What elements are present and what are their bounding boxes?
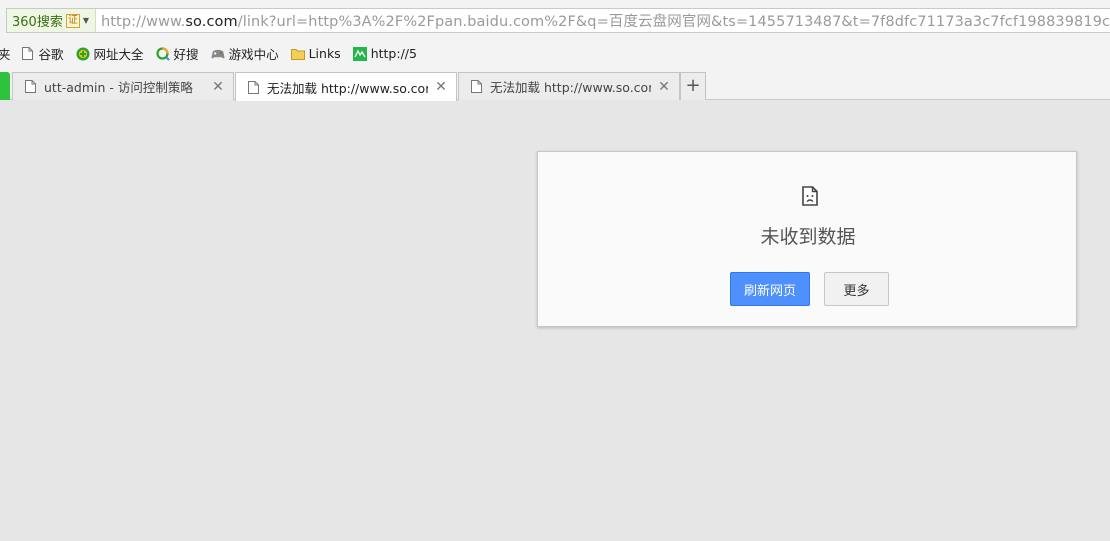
url-host: so.com	[185, 14, 238, 30]
address-bar-row: 360搜索 证 ▼ http://www.so.com/link?url=htt…	[0, 0, 1110, 40]
address-bar[interactable]: 360搜索 证 ▼ http://www.so.com/link?url=htt…	[6, 8, 1110, 33]
chevron-down-icon: ▼	[82, 16, 89, 25]
error-message: 未收到数据	[760, 226, 856, 248]
folder-icon	[290, 47, 305, 61]
bookmark-site[interactable]: http://5	[352, 46, 417, 61]
tab-strip: utt-admin - 访问控制策略 ✕ 无法加载 http://www.so.…	[0, 67, 1110, 101]
url-prefix: http://www.	[100, 14, 186, 30]
bookmark-label: 谷歌	[38, 47, 64, 62]
tab-title: utt-admin - 访问控制策略	[44, 80, 193, 95]
page-icon	[25, 80, 36, 93]
reload-button[interactable]: 刷新网页	[730, 272, 810, 306]
bookmark-label: Links	[308, 46, 341, 61]
url-input[interactable]: http://www.so.com/link?url=http%3A%2F%2F…	[96, 10, 1110, 31]
haosou-icon	[155, 46, 170, 61]
bookmark-links-folder[interactable]: Links	[290, 46, 341, 61]
bookmark-google[interactable]: 谷歌	[21, 44, 64, 63]
tab-title: 无法加载 http://www.so.com/	[490, 80, 651, 95]
bookmark-label: 游戏中心	[228, 47, 279, 62]
tab-error-active[interactable]: 无法加载 http://www.so.com/ ✕	[235, 72, 457, 101]
tab-utt-admin[interactable]: utt-admin - 访问控制策略 ✕	[12, 72, 234, 100]
page-icon	[248, 80, 259, 94]
error-card: 未收到数据 刷新网页 更多	[537, 151, 1077, 327]
site-identity-badge[interactable]: 360搜索 证 ▼	[7, 9, 96, 32]
bookmark-haosou[interactable]: 好搜	[155, 44, 199, 63]
bookmark-label: 好搜	[173, 47, 199, 62]
gamepad-icon	[211, 47, 225, 61]
bookmark-cut[interactable]: 夹	[0, 44, 11, 63]
more-button[interactable]: 更多	[824, 272, 889, 306]
tab-error-2[interactable]: 无法加载 http://www.so.com/ ✕	[458, 72, 680, 100]
bookmark-label: 网址大全	[93, 47, 144, 62]
close-icon[interactable]: ✕	[211, 79, 225, 95]
site-label: 360搜索	[12, 15, 63, 30]
page-icon	[21, 47, 35, 61]
pinned-tab[interactable]	[0, 72, 10, 100]
bookmark-nav[interactable]: 网址大全	[76, 44, 144, 63]
url-rest: /link?url=http%3A%2F%2Fpan.baidu.com%2F&…	[237, 14, 1110, 30]
360-nav-icon	[76, 47, 90, 61]
close-icon[interactable]: ✕	[434, 79, 448, 95]
green-site-icon	[352, 46, 367, 61]
close-icon[interactable]: ✕	[657, 79, 671, 95]
bookmark-games[interactable]: 游戏中心	[211, 44, 279, 63]
bookmarks-bar: 夹 谷歌 网址大全 好搜 游戏中心 Links http://5	[0, 40, 1110, 67]
tab-title: 无法加载 http://www.so.com/	[267, 80, 428, 96]
bookmark-label: http://5	[370, 46, 417, 61]
page-icon	[471, 80, 482, 93]
new-tab-button[interactable]: +	[680, 72, 706, 100]
certificate-icon: 证	[65, 13, 80, 28]
sad-page-icon	[802, 186, 818, 206]
